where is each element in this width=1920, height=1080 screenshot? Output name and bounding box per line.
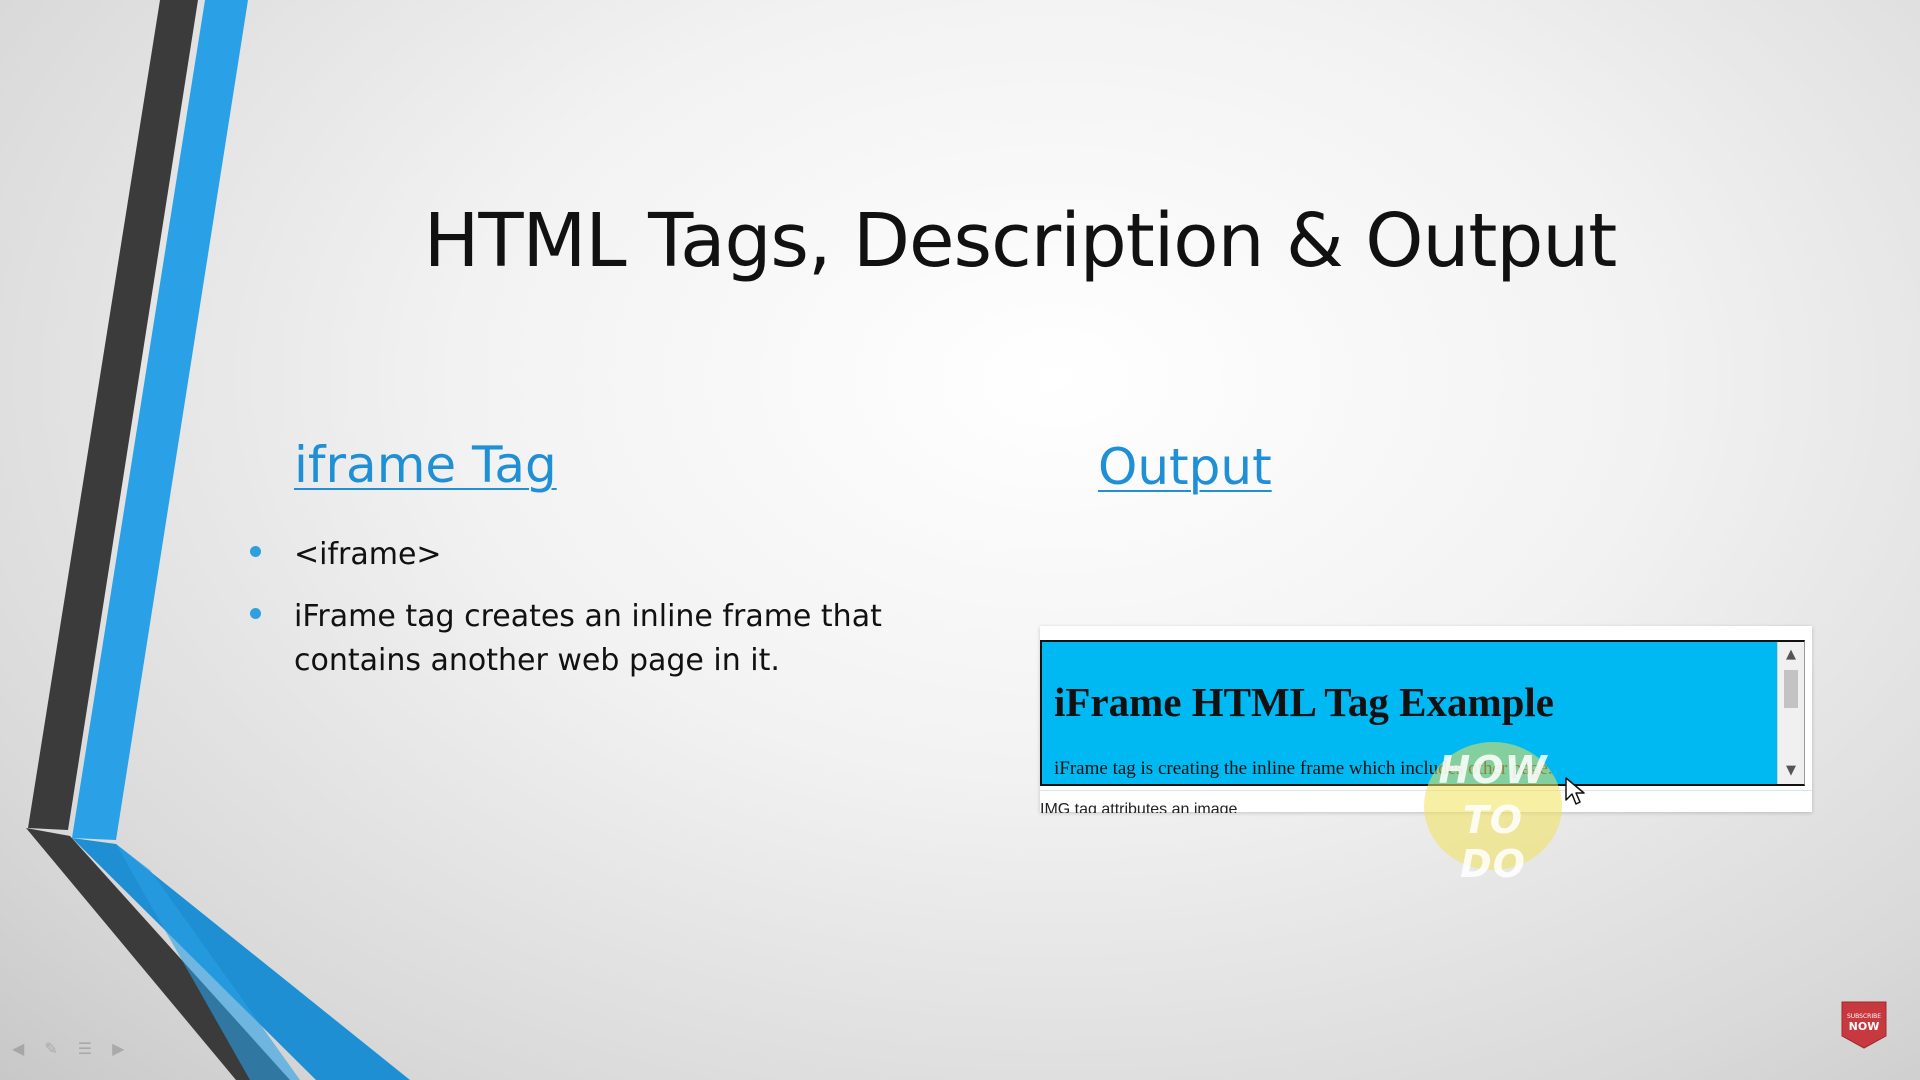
mouse-pointer-icon: [1565, 777, 1585, 805]
bullet-item: <iframe>: [250, 533, 934, 577]
slide-decoration: [26, 0, 410, 1080]
scroll-thumb[interactable]: [1784, 670, 1798, 708]
iframe-heading: iFrame HTML Tag Example: [1054, 679, 1554, 725]
bullet-dot-icon: [250, 608, 261, 619]
iframe-tag-heading[interactable]: iframe Tag: [294, 436, 557, 494]
menu-icon[interactable]: ☰: [78, 1038, 92, 1060]
chevron-down-icon[interactable]: ▼: [1778, 760, 1804, 782]
bullet-item: iFrame tag creates an inline frame that …: [250, 595, 934, 683]
slide-title: HTML Tags, Description & Output: [423, 198, 1618, 284]
output-heading[interactable]: Output: [1098, 438, 1272, 496]
watermark-line2: TO DO: [1460, 798, 1526, 886]
arrow-left-icon[interactable]: ◀: [12, 1038, 24, 1060]
chevron-up-icon[interactable]: ▲: [1778, 644, 1804, 666]
pen-icon[interactable]: ✎: [44, 1038, 57, 1060]
badge-big-text: NOW: [1848, 1020, 1880, 1033]
bullet-text: iFrame tag creates an inline frame that …: [294, 599, 882, 678]
iframe-scrollbar[interactable]: ▲ ▼: [1777, 642, 1804, 784]
subscribe-badge[interactable]: SUBSCRIBE NOW: [1840, 1000, 1888, 1050]
below-frame-text: IMG tag attributes an image: [1040, 801, 1238, 813]
badge-small-text: SUBSCRIBE: [1846, 1013, 1882, 1020]
slideshow-controls: ◀ ✎ ☰ ▶: [12, 1038, 124, 1060]
channel-watermark: HOW TO DO: [1424, 742, 1562, 886]
bullet-text: <iframe>: [294, 537, 442, 572]
arrow-right-icon[interactable]: ▶: [112, 1038, 124, 1060]
iframe-frame[interactable]: iFrame HTML Tag Example iFrame tag is cr…: [1040, 640, 1805, 786]
watermark-line1: HOW: [1438, 748, 1548, 792]
bullet-list: <iframe> iFrame tag creates an inline fr…: [250, 533, 934, 701]
bullet-dot-icon: [250, 546, 261, 557]
